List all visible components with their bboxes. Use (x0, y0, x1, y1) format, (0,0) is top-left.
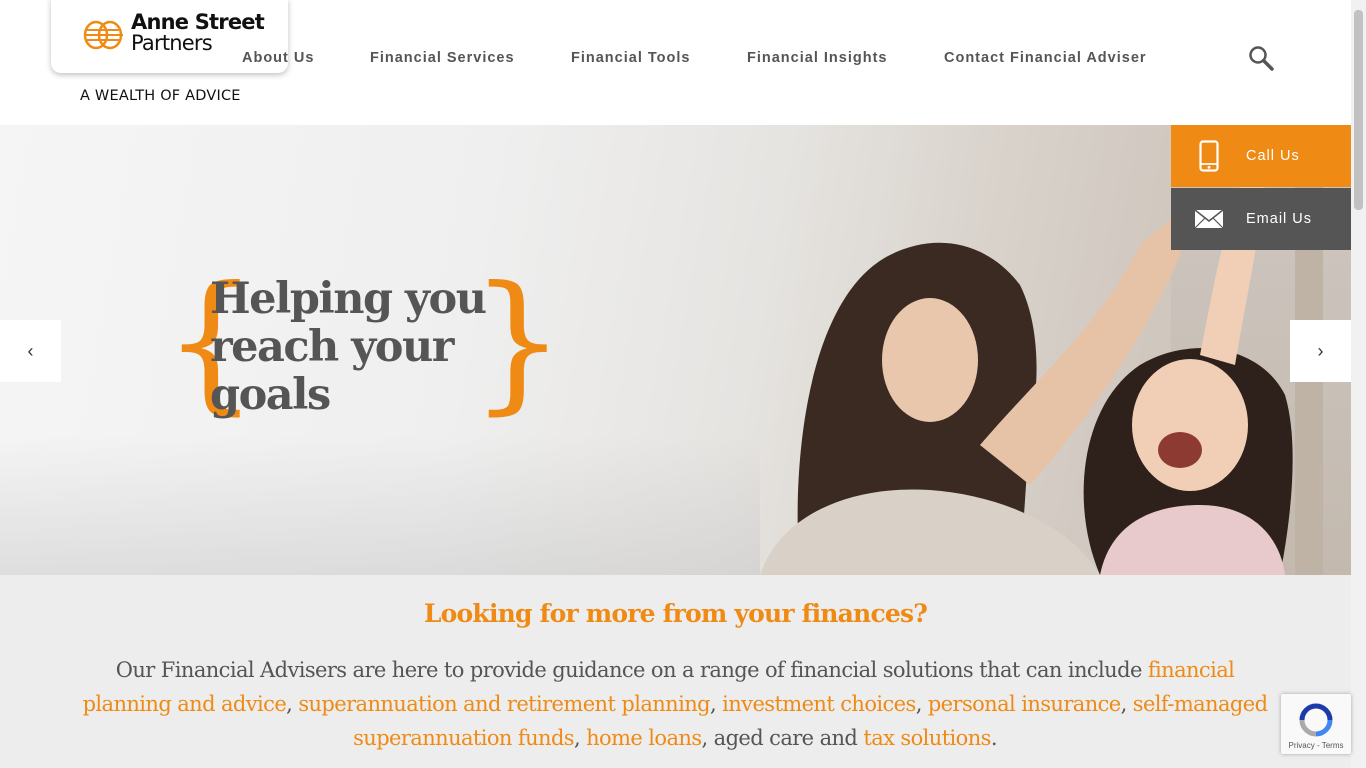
separator: , (709, 692, 723, 716)
nav-financial-services[interactable]: Financial Services (370, 50, 515, 66)
logo-icon (83, 20, 123, 50)
link-personal-insurance[interactable]: personal insurance (928, 692, 1121, 716)
chevron-left-icon: ‹ (27, 340, 34, 361)
scrollbar-thumb[interactable] (1354, 10, 1363, 210)
intro-text: Our Financial Advisers are here to provi… (115, 658, 1148, 682)
chevron-right-icon: › (1317, 340, 1324, 361)
hero-slider: { Helping you reach your goals } (0, 125, 1351, 575)
tagline: A WEALTH OF ADVICE (80, 88, 241, 104)
link-investment-choices[interactable]: investment choices (722, 692, 916, 716)
page-scrollbar[interactable] (1351, 0, 1366, 768)
logo-text: Anne Street Partners (131, 10, 265, 54)
hero-heading-line: goals (210, 370, 331, 420)
logo-line-1: Anne Street (131, 10, 265, 34)
hero-heading-line: Helping you (210, 274, 487, 324)
hero-heading-block: { Helping you reach your goals } (163, 267, 565, 425)
separator: , (286, 692, 299, 716)
call-us-button[interactable]: Call Us (1171, 125, 1351, 187)
link-home-loans[interactable]: home loans (586, 726, 702, 750)
intro-title: Looking for more from your finances? (423, 599, 928, 628)
slider-next-button[interactable]: › (1290, 320, 1351, 382)
hero-heading-line: reach your (210, 322, 454, 372)
search-icon[interactable] (1248, 45, 1274, 71)
nav-financial-tools[interactable]: Financial Tools (571, 50, 690, 66)
intro-body: Our Financial Advisers are here to provi… (75, 653, 1275, 755)
hero-heading: Helping you reach your goals (210, 274, 487, 420)
nav-about-us[interactable]: About Us (242, 50, 314, 66)
slider-prev-button[interactable]: ‹ (0, 320, 61, 382)
envelope-icon (1194, 209, 1223, 229)
recaptcha-badge[interactable]: Privacy - Terms (1281, 694, 1351, 754)
recaptcha-icon (1299, 703, 1333, 737)
intro-aged-care: , aged care and (701, 726, 864, 750)
recaptcha-links[interactable]: Privacy - Terms (1281, 741, 1351, 750)
phone-icon (1198, 140, 1219, 172)
call-us-label: Call Us (1246, 148, 1300, 164)
intro-section: Looking for more from your finances? Our… (0, 575, 1351, 768)
nav-contact-financial-adviser[interactable]: Contact Financial Adviser (944, 50, 1147, 66)
separator: , (1120, 692, 1133, 716)
hero-background-floor (0, 435, 760, 575)
nav-financial-insights[interactable]: Financial Insights (747, 50, 887, 66)
separator: , (915, 692, 928, 716)
link-tax-solutions[interactable]: tax solutions (863, 726, 991, 750)
link-superannuation-retirement[interactable]: superannuation and retirement planning (298, 692, 710, 716)
brace-close: } (470, 255, 566, 429)
separator: , (573, 726, 587, 750)
site-header: Anne Street Partners A WEALTH OF ADVICE … (0, 0, 1351, 125)
intro-end: . (990, 726, 998, 750)
email-us-button[interactable]: Email Us (1171, 188, 1351, 250)
email-us-label: Email Us (1246, 211, 1313, 227)
